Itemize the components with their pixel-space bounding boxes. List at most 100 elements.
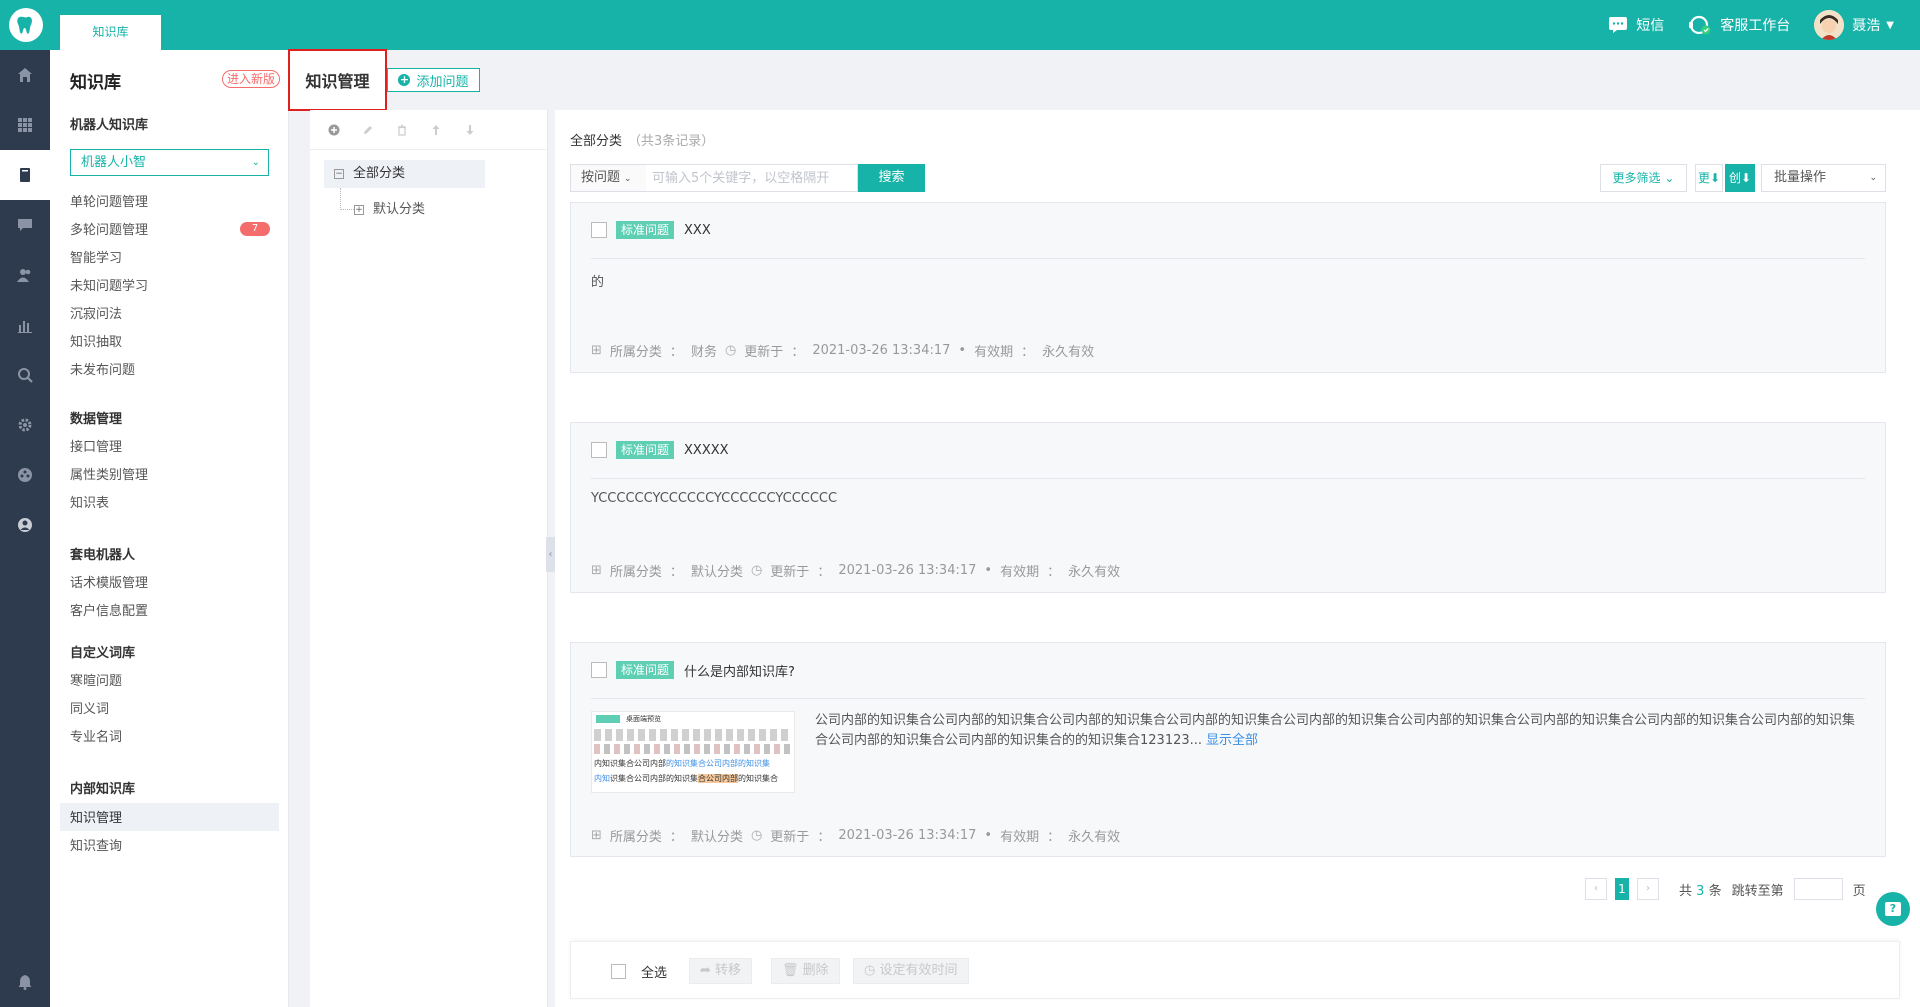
add-node-icon[interactable]	[328, 124, 340, 136]
clock-icon: ◷	[750, 563, 763, 578]
rich-content-thumbnail[interactable]: 桌面端预览 内知识集合公司内部的知识集合公司内部的知识集 内知识集合公司内部的知…	[591, 711, 795, 793]
delete-button[interactable]: 🗑 删除	[771, 958, 840, 984]
updated-value: 2021-03-26 13:34:17	[838, 563, 977, 578]
headset-icon	[1689, 15, 1711, 35]
tree-node-all[interactable]: − 全部分类	[324, 160, 485, 188]
sidebar-item-smart-learning[interactable]: 智能学习	[70, 247, 122, 266]
icon-rail	[0, 50, 50, 1007]
sort-by-create-button[interactable]: 创⬇	[1725, 164, 1755, 192]
arrow-up-icon[interactable]	[430, 124, 442, 136]
arrow-down-icon[interactable]	[464, 124, 476, 136]
group-robot-kb: 机器人知识库	[70, 118, 149, 133]
set-validity-button[interactable]: ◷ 设定有效时间	[853, 958, 969, 984]
preview-line2a: 内知	[594, 774, 610, 783]
rail-theme[interactable]	[0, 450, 50, 500]
card-title[interactable]: XXX	[684, 223, 711, 238]
sidebar-item-multi-round[interactable]: 多轮问题管理	[70, 219, 148, 238]
next-page-button[interactable]: ›	[1637, 878, 1659, 900]
category-value: 财务	[690, 345, 717, 360]
card-title[interactable]: XXXXX	[684, 443, 729, 458]
current-page[interactable]: 1	[1615, 878, 1629, 900]
preview-toolbar-2	[594, 744, 792, 754]
knowledge-card[interactable]: 标准问题 XXX 的 ⊞ 所属分类 ： 财务 ◷ 更新于 ： 2021-03-26 13:3…	[570, 202, 1886, 373]
clock-icon: ◷	[724, 343, 737, 358]
sidebar-item-knowledge-extraction[interactable]: 知识抽取	[70, 331, 122, 350]
sidebar-item-script-templates[interactable]: 话术模版管理	[70, 572, 148, 591]
sidebar-item-knowledge-management[interactable]: 知识管理	[70, 807, 122, 826]
search-button[interactable]: 搜索	[858, 164, 925, 192]
sidebar-item-unknown-learning[interactable]: 未知问题学习	[70, 275, 148, 294]
rail-notifications[interactable]	[0, 957, 50, 1007]
preview-text-line: 内知识集合公司内部的知识集合公司内部的知识集合	[594, 773, 792, 784]
tree-node-default[interactable]: + 默认分类	[344, 196, 425, 224]
rail-home[interactable]	[0, 50, 50, 100]
robot-select[interactable]: 机器人小智 ⌄	[70, 149, 269, 176]
card-title[interactable]: 什么是内部知识库?	[684, 661, 795, 680]
sidebar-item-api[interactable]: 接口管理	[70, 436, 122, 455]
select-all-checkbox[interactable]	[611, 964, 626, 979]
record-count: （共3条记录）	[628, 134, 715, 149]
search-type-select[interactable]: 按问题 ⌄	[570, 164, 647, 192]
total-number: 3	[1696, 883, 1705, 899]
rail-knowledge[interactable]	[0, 150, 50, 200]
sidebar-item-greetings[interactable]: 寒暄问题	[70, 670, 122, 689]
sidebar-item-terms[interactable]: 专业名词	[70, 726, 122, 745]
sidebar-item-unpublished[interactable]: 未发布问题	[70, 359, 135, 378]
more-filter-label: 更多筛选	[1612, 171, 1661, 185]
help-button[interactable]: ?	[1876, 892, 1910, 926]
rail-settings[interactable]	[0, 400, 50, 450]
card-checkbox[interactable]	[591, 662, 607, 678]
sidebar-item-dormant-questions[interactable]: 沉寂问法	[70, 303, 122, 322]
rail-analysis[interactable]	[0, 350, 50, 400]
card-checkbox[interactable]	[591, 222, 607, 238]
user-name: 聂浩	[1852, 18, 1881, 34]
sort-by-update-button[interactable]: 更⬇	[1695, 164, 1723, 192]
sidebar-item-attribute-types[interactable]: 属性类别管理	[70, 464, 148, 483]
sidebar-item-knowledge-table[interactable]: 知识表	[70, 492, 109, 511]
meta-separator-dot: •	[984, 828, 993, 843]
pagination: ‹ 1 › 共 3 条 跳转至第 页	[1585, 878, 1866, 900]
jump-page-input[interactable]	[1793, 878, 1843, 900]
divider	[591, 478, 1865, 479]
new-version-link[interactable]: 进入新版	[222, 70, 281, 88]
app-logo[interactable]	[9, 8, 43, 42]
sidenav-title: 知识库	[70, 73, 121, 93]
chevron-down-icon: ⌄	[624, 174, 632, 184]
chevron-down-icon: ⌄	[251, 157, 260, 168]
knowledge-card[interactable]: 标准问题 什么是内部知识库? 桌面端预览 内知识集合公司内部的知识集合公司内部的…	[570, 642, 1886, 857]
validity-label: 有效期	[1000, 565, 1040, 580]
edit-icon[interactable]	[362, 124, 374, 136]
search-input[interactable]	[646, 164, 858, 192]
move-button[interactable]: ➦ 转移	[689, 958, 753, 984]
show-all-link[interactable]: 显示全部	[1206, 733, 1258, 748]
rail-profile[interactable]	[0, 500, 50, 550]
collapse-toggle-icon[interactable]: −	[334, 168, 344, 179]
sidebar-item-customer-info[interactable]: 客户信息配置	[70, 600, 148, 619]
add-question-button[interactable]: + 添加问题	[387, 68, 480, 92]
sms-link[interactable]: 短信	[1608, 15, 1664, 35]
panel-collapse-handle[interactable]: ‹	[546, 537, 555, 572]
rail-users[interactable]	[0, 250, 50, 300]
category-tree: − 全部分类 + 默认分类	[310, 110, 548, 1007]
validity-label: 有效期	[1000, 830, 1040, 845]
service-desk-link[interactable]: 客服工作台	[1688, 14, 1790, 36]
card-checkbox[interactable]	[591, 442, 607, 458]
set-validity-label: 设定有效时间	[879, 963, 958, 978]
trash-icon[interactable]	[396, 124, 408, 136]
batch-actions-select[interactable]: 批量操作 ⌄	[1761, 164, 1886, 192]
knowledge-card[interactable]: 标准问题 XXXXX YCCCCCCYCCCCCCYCCCCCCYCCCCCC …	[570, 422, 1886, 593]
prev-page-button[interactable]: ‹	[1585, 878, 1607, 900]
sidebar-item-knowledge-query[interactable]: 知识查询	[70, 835, 122, 854]
rail-apps[interactable]	[0, 100, 50, 150]
sidebar-item-single-round[interactable]: 单轮问题管理	[70, 191, 148, 210]
tab-knowledge-base[interactable]: 知识库	[60, 15, 161, 50]
rail-stats[interactable]	[0, 300, 50, 350]
select-all-label[interactable]: 全选	[641, 962, 667, 981]
card-body-text: 公司内部的知识集合公司内部的知识集合公司内部的知识集合公司内部的知识集合公司内部…	[815, 713, 1856, 748]
expand-toggle-icon[interactable]: +	[354, 204, 364, 215]
more-filter-button[interactable]: 更多筛选 ⌄	[1600, 164, 1687, 192]
sidebar-item-synonyms[interactable]: 同义词	[70, 698, 109, 717]
jump-label: 跳转至第	[1731, 883, 1784, 899]
user-menu[interactable]: 聂浩 ▼	[1814, 10, 1894, 40]
rail-chat[interactable]	[0, 200, 50, 250]
